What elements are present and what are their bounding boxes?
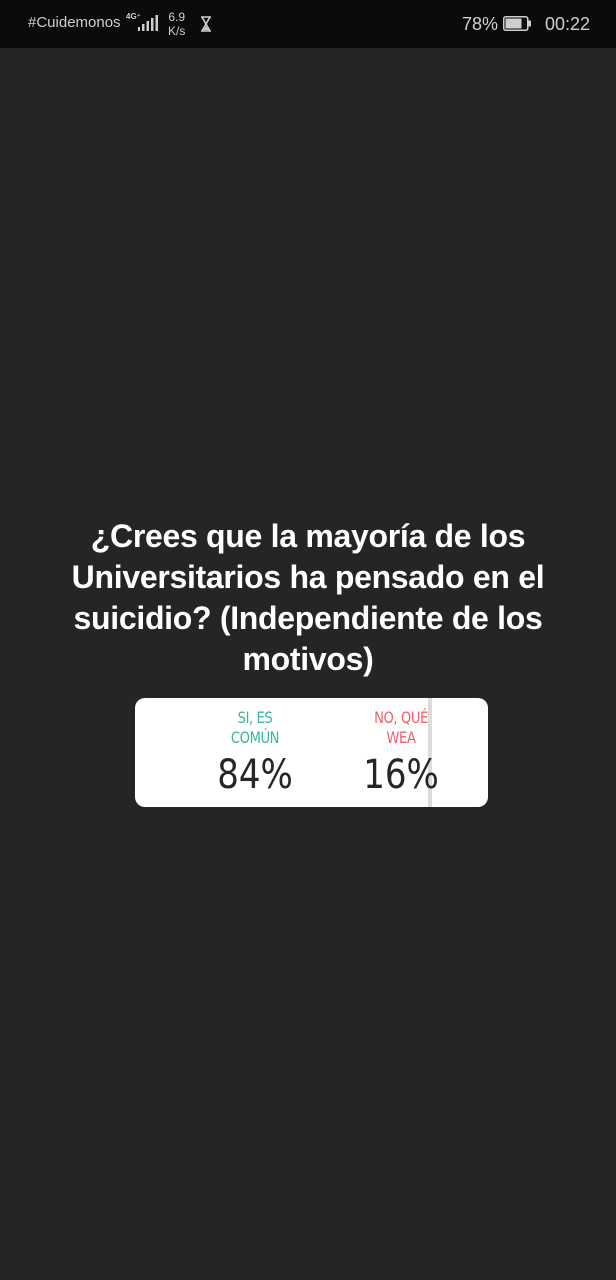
poll-option-no-label-line1: NO, QUÉ (374, 708, 428, 727)
clock-time: 00:22 (544, 14, 590, 34)
hourglass-icon (201, 16, 211, 32)
network-speed-value: 6.9 (168, 10, 186, 24)
status-bar: #Cuidemonos 4G⁺ 6.9 K/s 78% 00:22 (0, 0, 616, 48)
battery-icon (503, 16, 531, 31)
network-speed: 6.9 K/s (168, 10, 185, 38)
poll-question: ¿Crees que la mayoría de los Universitar… (71, 518, 545, 677)
poll-option-yes-label-line2: COMÚN (230, 728, 280, 747)
poll-widget: SI, ES COMÚN 84% NO, QUÉ WEA 16% (135, 698, 488, 807)
poll-option-yes-label-line1: SI, ES (237, 708, 273, 727)
poll-option-no-label: NO, QUÉ WEA (362, 708, 441, 748)
poll-option-no-label-line2: WEA (386, 728, 416, 747)
network-speed-unit: K/s (168, 24, 186, 38)
poll-option-no-percent: 16% (363, 752, 439, 798)
signal-strength-icon (138, 15, 158, 31)
poll-option-yes-percent: 84% (217, 752, 293, 798)
poll-option-yes-label: SI, ES COMÚN (189, 708, 320, 748)
carrier-label: #Cuidemonos (28, 14, 121, 31)
poll-option-no[interactable]: NO, QUÉ WEA 16% (353, 708, 449, 796)
battery-percent: 78% (461, 14, 498, 34)
poll-option-yes[interactable]: SI, ES COMÚN 84% (175, 708, 335, 796)
